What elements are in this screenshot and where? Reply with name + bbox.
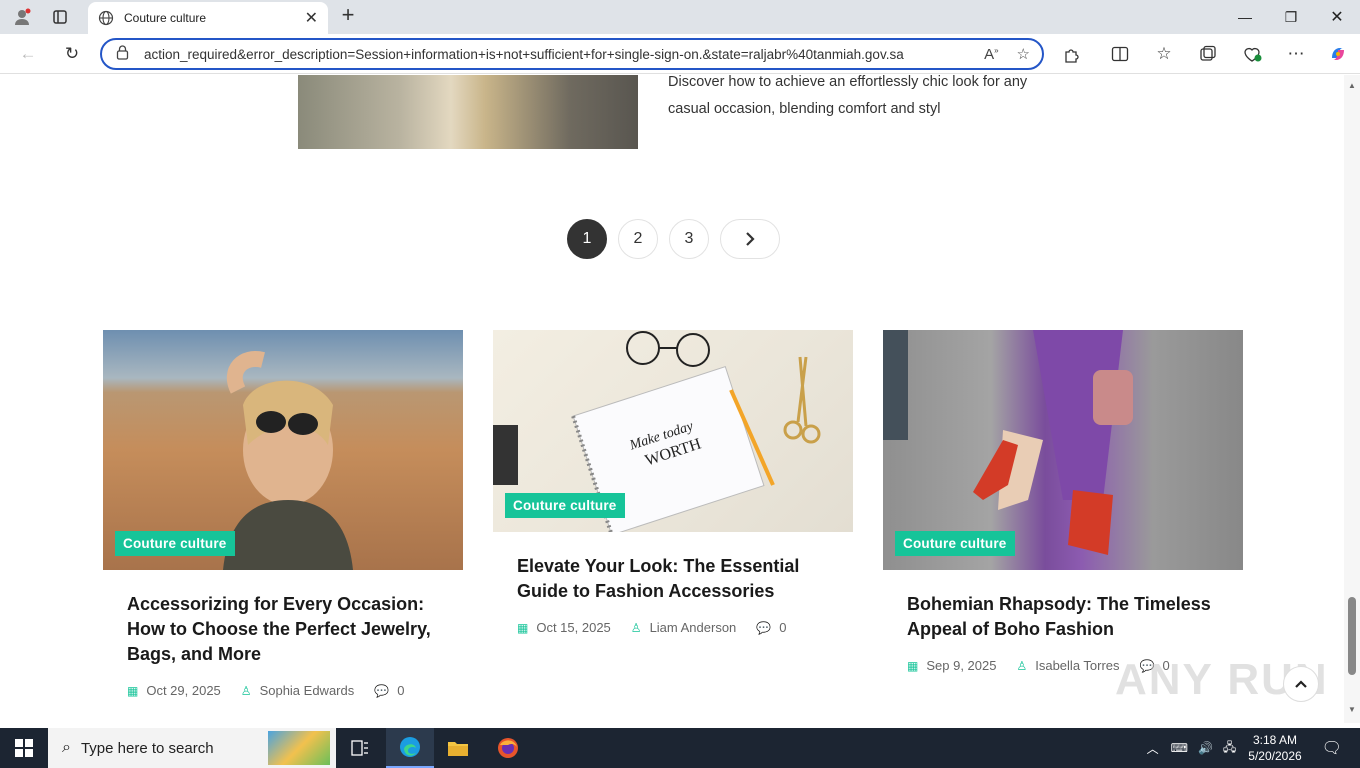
post-meta: ▦ Oct 29, 2025 ♙ Sophia Edwards 💬 0	[127, 683, 439, 698]
post-title[interactable]: Bohemian Rhapsody: The Timeless Appeal o…	[907, 592, 1219, 642]
post-image[interactable]: Couture culture	[883, 330, 1243, 570]
tab-title: Couture culture	[124, 11, 207, 25]
post-card: Make today WORTH Couture culture Elevate…	[493, 330, 853, 635]
notifications-icon[interactable]: 🗨	[1322, 738, 1342, 758]
back-to-top-button[interactable]	[1283, 666, 1319, 702]
search-placeholder: Type here to search	[80, 739, 214, 757]
minimize-icon[interactable]: —	[1222, 0, 1268, 34]
page-3-button[interactable]: 3	[669, 219, 709, 259]
network-icon[interactable]: 🖧	[1223, 738, 1236, 759]
taskbar-clock[interactable]: 3:18 AM 5/20/2026	[1248, 732, 1301, 764]
task-view-icon[interactable]	[336, 728, 384, 768]
next-page-button[interactable]	[720, 219, 780, 259]
post-date[interactable]: Oct 29, 2025	[146, 683, 220, 698]
post-image[interactable]: Make today WORTH Couture culture	[493, 330, 853, 532]
collections-icon[interactable]	[1196, 42, 1220, 66]
scroll-up-arrow-icon[interactable]: ▲	[1347, 81, 1357, 91]
favorite-star-icon[interactable]: ☆	[1017, 45, 1030, 63]
new-tab-icon[interactable]: +	[338, 2, 358, 27]
copilot-icon[interactable]	[1326, 42, 1350, 66]
search-highlight-image	[268, 731, 330, 765]
calendar-icon: ▦	[517, 620, 529, 635]
previous-post-image[interactable]	[298, 75, 638, 149]
page-scrollbar[interactable]: ▲ ▼	[1344, 75, 1360, 723]
close-window-icon[interactable]: ✕	[1314, 0, 1360, 34]
post-title[interactable]: Elevate Your Look: The Essential Guide t…	[517, 554, 829, 604]
tray-chevron-up-icon[interactable]: ︿	[1147, 740, 1159, 757]
lock-icon[interactable]	[116, 45, 132, 63]
meet-now-icon[interactable]: ⌨	[1171, 741, 1188, 755]
page-2-button[interactable]: 2	[618, 219, 658, 259]
favorites-icon[interactable]: ☆	[1152, 42, 1176, 66]
edge-taskbar-icon[interactable]	[386, 728, 434, 768]
volume-icon[interactable]: 🔊	[1198, 741, 1213, 755]
clock-time: 3:18 AM	[1252, 733, 1297, 747]
post-card: Couture culture Accessorizing for Every …	[103, 330, 463, 698]
firefox-icon[interactable]	[484, 728, 532, 768]
close-tab-icon[interactable]: ✕	[305, 8, 318, 28]
browser-toolbar: ← ↻ action_required&error_description=Se…	[0, 34, 1360, 74]
search-icon: ⌕	[62, 739, 71, 756]
chevron-right-icon	[746, 232, 755, 246]
comments-icon: 💬	[756, 620, 772, 635]
page-content: Discover how to achieve an effortlessly …	[0, 75, 1344, 723]
address-bar[interactable]: action_required&error_description=Sessio…	[100, 38, 1044, 70]
extensions-icon[interactable]	[1060, 42, 1084, 66]
read-aloud-icon[interactable]: A»	[984, 46, 998, 63]
browser-tab-strip: Couture culture ✕ + — ❐ ✕	[0, 0, 1360, 34]
post-author[interactable]: Isabella Torres	[1035, 658, 1119, 673]
page-1-button[interactable]: 1	[567, 219, 607, 259]
more-options-icon[interactable]: ⋯	[1284, 42, 1308, 66]
comment-count[interactable]: 0	[779, 620, 786, 635]
post-date[interactable]: Sep 9, 2025	[926, 658, 996, 673]
category-badge[interactable]: Couture culture	[895, 531, 1015, 556]
tab-couture-culture[interactable]: Couture culture ✕	[88, 2, 328, 34]
clock-date: 5/20/2026	[1248, 749, 1302, 763]
user-icon: ♙	[1016, 658, 1028, 673]
tab-actions-icon[interactable]	[50, 7, 70, 27]
system-tray: ︿ ⌨ 🔊 🖧 3:18 AM 5/20/2026 🗨	[1147, 728, 1360, 768]
post-image[interactable]: Couture culture	[103, 330, 463, 570]
split-screen-icon[interactable]	[1108, 42, 1132, 66]
post-title[interactable]: Accessorizing for Every Occasion: How to…	[127, 592, 439, 667]
back-arrow-icon[interactable]: ←	[16, 42, 40, 66]
post-date[interactable]: Oct 15, 2025	[536, 620, 610, 635]
url-text: action_required&error_description=Sessio…	[144, 46, 904, 62]
refresh-icon[interactable]: ↻	[60, 42, 84, 66]
user-icon: ♙	[630, 620, 642, 635]
post-card: Couture culture Bohemian Rhapsody: The T…	[883, 330, 1243, 673]
globe-icon	[98, 10, 114, 26]
scroll-down-arrow-icon[interactable]: ▼	[1347, 705, 1357, 715]
taskbar-search-box[interactable]: ⌕ Type here to search	[48, 728, 336, 768]
scrollbar-thumb[interactable]	[1348, 597, 1356, 675]
file-explorer-icon[interactable]	[434, 728, 482, 768]
calendar-icon: ▦	[907, 658, 919, 673]
user-icon: ♙	[240, 683, 252, 698]
windows-logo-icon	[15, 739, 33, 757]
calendar-icon: ▦	[127, 683, 139, 698]
post-meta: ▦ Oct 15, 2025 ♙ Liam Anderson 💬 0	[517, 620, 829, 635]
category-badge[interactable]: Couture culture	[115, 531, 235, 556]
previous-post-excerpt: Discover how to achieve an effortlessly …	[668, 75, 1028, 117]
restore-icon[interactable]: ❐	[1268, 0, 1314, 34]
comment-count[interactable]: 0	[397, 683, 404, 698]
profile-icon[interactable]	[12, 7, 32, 27]
post-author[interactable]: Sophia Edwards	[260, 683, 355, 698]
category-badge[interactable]: Couture culture	[505, 493, 625, 518]
windows-taskbar: ⌕ Type here to search ︿ ⌨ 🔊 🖧 3:18 AM 5/…	[0, 728, 1360, 768]
start-button[interactable]	[0, 728, 48, 768]
pagination: 1 2 3	[567, 219, 780, 259]
browser-essentials-icon[interactable]	[1240, 42, 1264, 66]
comments-icon: 💬	[374, 683, 390, 698]
post-author[interactable]: Liam Anderson	[650, 620, 737, 635]
chevron-up-icon	[1295, 680, 1307, 688]
